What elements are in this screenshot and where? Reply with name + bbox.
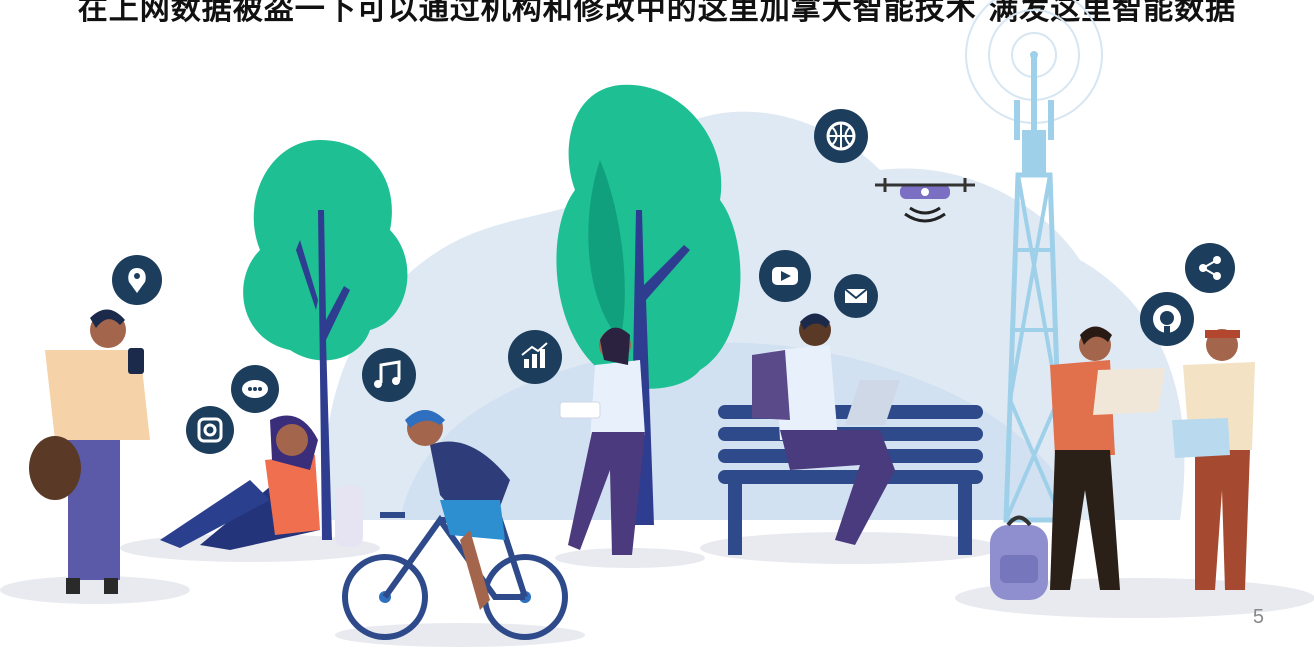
- backpack: [990, 515, 1048, 600]
- music-note-icon: [362, 348, 416, 402]
- location-pin-icon: [112, 255, 162, 305]
- chat-bubble-icon: [231, 365, 279, 413]
- instagram-icon: [186, 406, 234, 454]
- page-number: 5: [1252, 606, 1264, 628]
- mail-icon: [834, 274, 878, 318]
- share-icon: [1185, 243, 1235, 293]
- person-tablet-right: [1172, 329, 1255, 590]
- youtube-icon: [759, 250, 811, 302]
- basketball-icon: [814, 109, 868, 163]
- park-illustration: [0, 0, 1314, 647]
- ground-shadow: [0, 576, 190, 604]
- github-icon: [1140, 292, 1194, 346]
- bar-chart-icon: [508, 330, 562, 384]
